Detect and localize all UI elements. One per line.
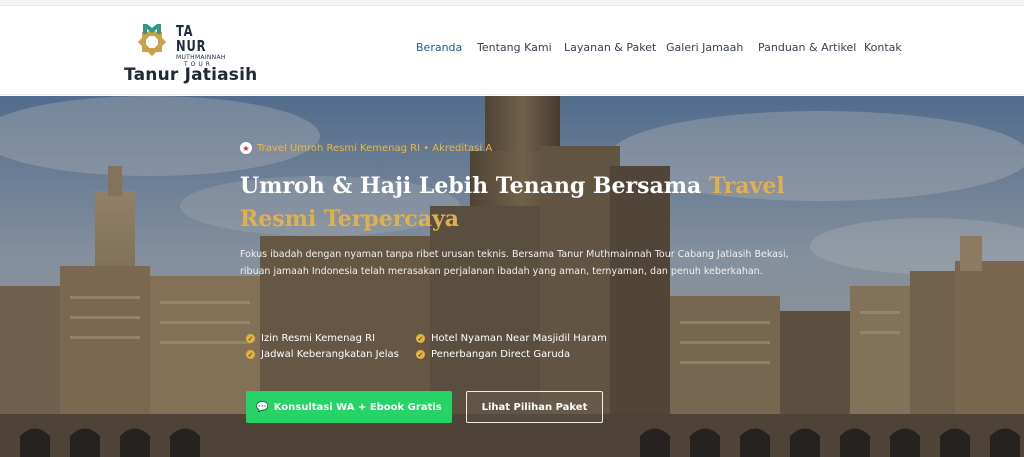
site-header: TA NUR MUTHMAINNAH TOUR Tanur Jatiasih B… (0, 6, 1024, 95)
feature-item: ✓ Hotel Nyaman Near Masjidil Haram (416, 333, 607, 344)
feature-item: ✓ Izin Resmi Kemenag RI (246, 333, 375, 344)
feature-label: Penerbangan Direct Garuda (431, 349, 571, 360)
view-packages-label: Lihat Pilihan Paket (481, 401, 588, 413)
feature-label: Hotel Nyaman Near Masjidil Haram (431, 333, 607, 344)
check-icon: ✓ (246, 350, 255, 359)
brand[interactable]: TA NUR MUTHMAINNAH TOUR Tanur Jatiasih (124, 20, 274, 86)
feature-label: Izin Resmi Kemenag RI (261, 333, 376, 344)
chat-icon: 💬 (256, 401, 269, 413)
hero-section: ★ Travel Umroh Resmi Kemenag RI • Akredi… (0, 96, 1024, 457)
nav-item-tentang-kami[interactable]: Tentang Kami (477, 41, 552, 54)
logo[interactable]: TA NUR MUTHMAINNAH TOUR (132, 20, 232, 69)
check-icon: ✓ (416, 334, 425, 343)
logo-wordmark: TA NUR MUTHMAINNAH TOUR (176, 22, 232, 69)
nav-item-kontak[interactable]: Kontak (864, 41, 902, 54)
feature-label: Jadwal Keberangkatan Jelas (261, 349, 399, 360)
hero-headline: Umroh & Haji Lebih Tenang Bersama Travel… (240, 170, 820, 236)
check-icon: ✓ (246, 334, 255, 343)
logo-main-text: TA NUR (176, 22, 207, 55)
whatsapp-button-label: Konsultasi WA + Ebook Gratis (273, 401, 442, 413)
feature-item: ✓ Penerbangan Direct Garuda (416, 349, 570, 360)
hero-headline-white: Umroh & Haji Lebih Tenang Bersama (240, 173, 709, 199)
nav-item-beranda[interactable]: Beranda (416, 41, 462, 54)
view-packages-button[interactable]: Lihat Pilihan Paket (466, 391, 603, 423)
hero-badge-text: Travel Umroh Resmi Kemenag RI • Akredita… (257, 142, 493, 154)
site-name[interactable]: Tanur Jatiasih (124, 65, 257, 85)
star-icon: ★ (240, 142, 252, 154)
hero-badge: ★ Travel Umroh Resmi Kemenag RI • Akredi… (240, 141, 492, 155)
check-icon: ✓ (416, 350, 425, 359)
logo-emblem-icon (137, 24, 167, 57)
feature-item: ✓ Jadwal Keberangkatan Jelas (246, 349, 399, 360)
nav-item-galeri-jamaah[interactable]: Galeri Jamaah (666, 41, 743, 54)
logo-sub-text: MUTHMAINNAH (176, 54, 226, 61)
hero-lead: Fokus ibadah dengan nyaman tanpa ribet u… (240, 249, 789, 277)
nav-item-layanan-paket[interactable]: Layanan & Paket (564, 41, 656, 54)
whatsapp-consultation-button[interactable]: 💬 Konsultasi WA + Ebook Gratis (246, 391, 452, 423)
nav-item-panduan-artikel[interactable]: Panduan & Artikel (758, 41, 856, 54)
